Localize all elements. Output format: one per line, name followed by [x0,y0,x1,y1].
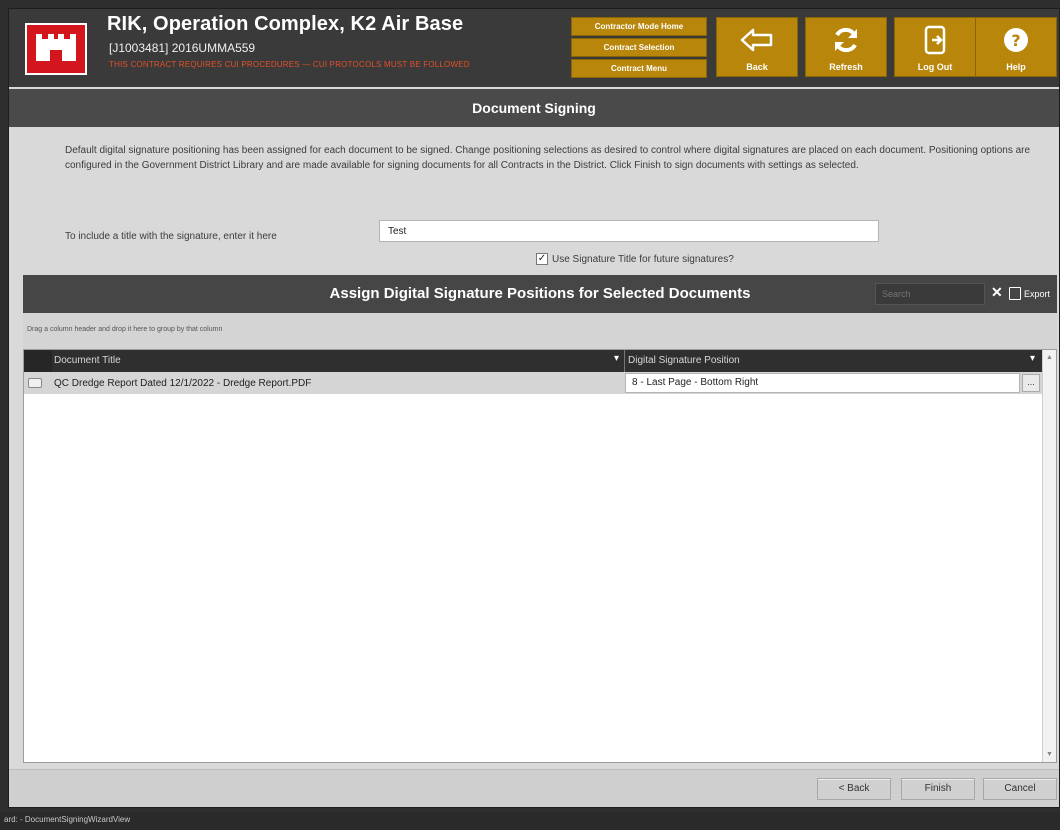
use-title-label: Use Signature Title for future signature… [552,253,734,265]
help-icon: ? [976,24,1056,56]
refresh-label: Refresh [829,62,863,72]
logout-label: Log Out [917,62,953,72]
use-title-checkbox[interactable]: ✓ [536,253,548,265]
cancel-button[interactable]: Cancel [983,778,1057,800]
grid-panel-header: Assign Digital Signature Positions for S… [23,275,1057,313]
back-label: Back [746,62,768,72]
signature-position-select[interactable]: 8 - Last Page - Bottom Right [625,373,1020,393]
refresh-icon [806,24,886,56]
contractor-mode-home-button[interactable]: Contractor Mode Home [571,17,707,36]
group-by-panel[interactable]: Drag a column header and drop it here to… [23,313,1057,349]
instructions-text: Default digital signature positioning ha… [65,145,1031,171]
page-title: Document Signing [9,89,1059,127]
contract-number: [J1003481] 2016UMMA559 [109,41,256,55]
logout-icon [895,24,975,56]
status-bar: ard: - DocumentSigningWizardView [0,812,1060,830]
row-selector-icon[interactable] [28,378,42,388]
export-label: Export [1024,288,1051,299]
nav-stack: Contractor Mode Home Contract Selection … [571,17,707,78]
column-header-document-title[interactable]: Document Title [54,355,121,366]
scroll-down-icon[interactable]: ▼ [1046,751,1053,758]
back-toolbar-button[interactable]: Back [716,17,798,77]
filter-icon[interactable]: ▾ [614,353,619,364]
scroll-up-icon[interactable]: ▲ [1046,354,1053,361]
document-title-cell: QC Dredge Report Dated 12/1/2022 - Dredg… [54,378,312,389]
column-header-signature-position[interactable]: Digital Signature Position [628,355,740,366]
signature-title-label: To include a title with the signature, e… [65,231,277,242]
grid-header-row: Document Title ▾ Digital Signature Posit… [24,350,1042,372]
grid-search-input[interactable] [875,283,985,305]
filter-icon[interactable]: ▾ [1030,353,1035,364]
use-title-checkbox-row[interactable]: ✓ Use Signature Title for future signatu… [536,253,734,265]
contract-title: RIK, Operation Complex, K2 Air Base [107,13,464,35]
ellipsis-button[interactable]: ... [1022,374,1040,392]
finish-button[interactable]: Finish [901,778,975,800]
grid-vertical-scrollbar[interactable]: ▲ ▼ [1042,350,1056,762]
refresh-toolbar-button[interactable]: Refresh [805,17,887,77]
usace-castle-logo [25,23,87,75]
table-row[interactable]: QC Dredge Report Dated 12/1/2022 - Dredg… [24,372,1042,394]
app-window: RIK, Operation Complex, K2 Air Base [J10… [8,8,1060,808]
documents-grid: Document Title ▾ Digital Signature Posit… [23,349,1057,763]
app-header: RIK, Operation Complex, K2 Air Base [J10… [9,9,1059,87]
contract-menu-button[interactable]: Contract Menu [571,59,707,78]
signature-title-input[interactable] [379,220,879,242]
svg-text:?: ? [1011,31,1020,50]
wizard-footer: < Back Finish Cancel [9,769,1059,807]
logout-toolbar-button[interactable]: Log Out [894,17,976,77]
back-button[interactable]: < Back [817,778,891,800]
export-icon [1009,287,1021,300]
help-label: Help [1006,62,1026,72]
clear-search-icon[interactable]: ✕ [991,284,1003,301]
export-button[interactable]: Export [1009,287,1050,300]
cui-warning: THIS CONTRACT REQUIRES CUI PROCEDURES — … [109,60,470,69]
contract-selection-button[interactable]: Contract Selection [571,38,707,57]
back-arrow-icon [717,24,797,56]
header-selector-cell [24,350,52,372]
help-toolbar-button[interactable]: ? Help [975,17,1057,77]
